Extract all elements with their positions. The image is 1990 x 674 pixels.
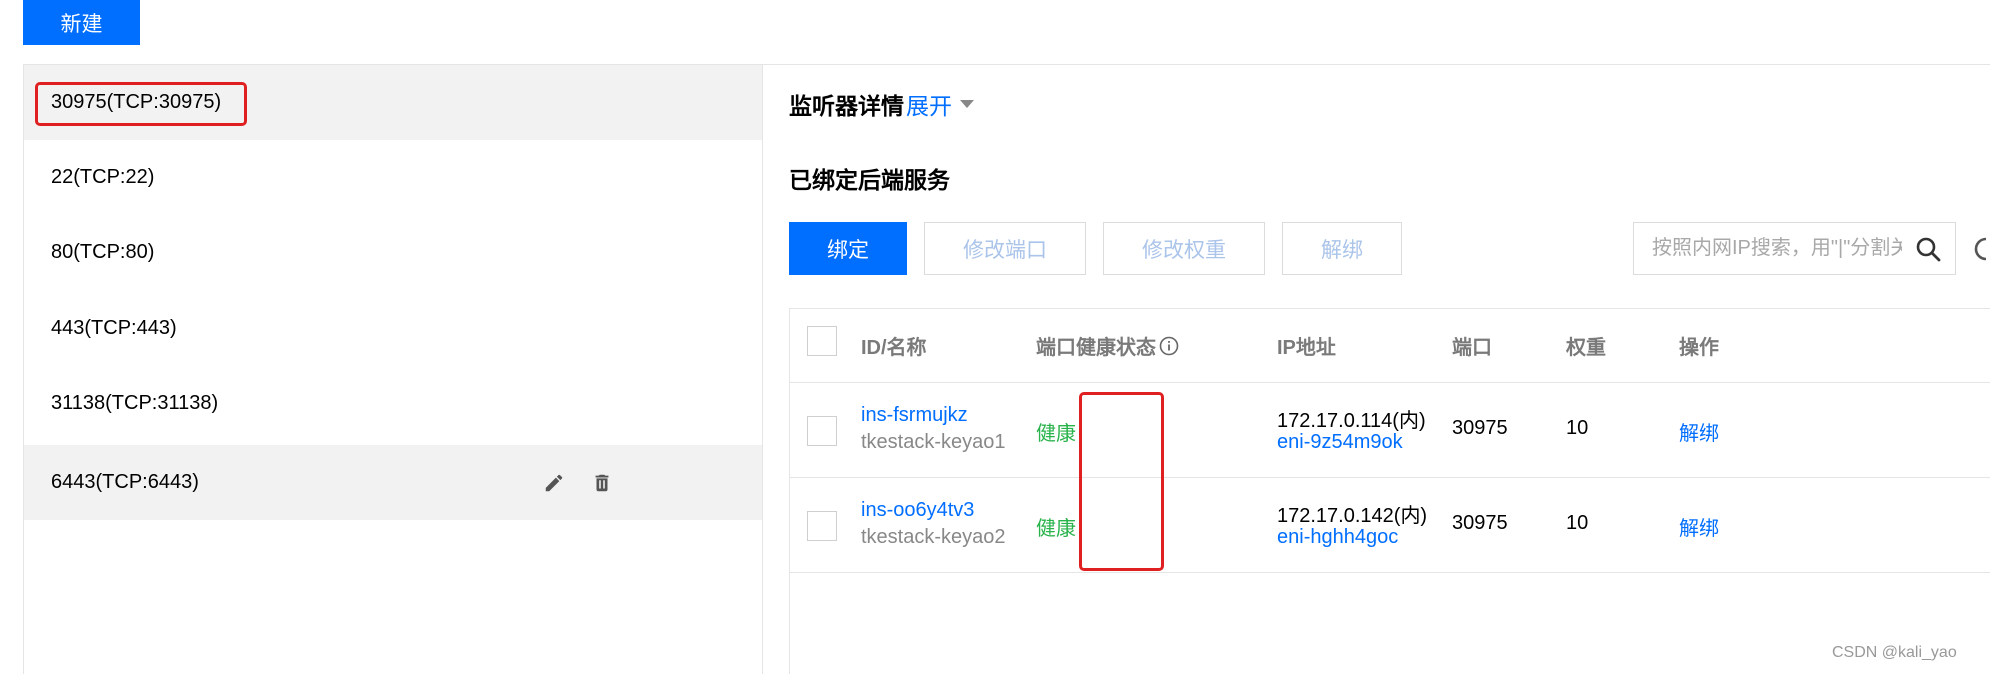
action-toolbar: 绑定 修改端口 修改权重 解绑 [789,222,1402,275]
search-icon[interactable] [1915,236,1941,267]
bind-button[interactable]: 绑定 [789,222,907,275]
health-status: 健康 [1036,423,1076,445]
weight-value: 10 [1566,417,1589,439]
search-box [1633,222,1956,275]
select-all-checkbox[interactable] [807,326,837,356]
listener-label: 22(TCP:22) [51,166,155,188]
instance-id-link[interactable]: ins-fsrmujkz [861,404,968,427]
listener-label: 443(TCP:443) [51,317,177,339]
search-input[interactable] [1652,237,1902,260]
listener-item-30975[interactable]: 30975(TCP:30975) [24,65,762,140]
section-title: 已绑定后端服务 [789,167,950,193]
listener-detail: 监听器详情 展开 已绑定后端服务 绑定 修改端口 修改权重 解绑 ID/名称 [764,65,1990,674]
modify-port-button[interactable]: 修改端口 [924,222,1086,275]
modify-weight-button[interactable]: 修改权重 [1103,222,1265,275]
table-row: ins-oo6y4tv3 tkestack-keyao2 健康 172.17.0… [790,478,1990,573]
header-id: ID/名称 [861,337,927,359]
expand-link[interactable]: 展开 [906,87,952,121]
table-header: ID/名称 端口健康状态 IP地址 端口 权重 操作 [790,309,1990,383]
header-action: 操作 [1679,337,1719,359]
highlight-box [35,82,247,126]
unbind-link[interactable]: 解绑 [1679,512,1719,541]
listener-item-22[interactable]: 22(TCP:22) [24,140,762,215]
info-icon[interactable] [1159,336,1179,356]
header-weight: 权重 [1566,337,1606,359]
health-status: 健康 [1036,518,1076,540]
listener-label: 80(TCP:80) [51,241,155,263]
unbind-link[interactable]: 解绑 [1679,417,1719,446]
detail-title-text: 监听器详情 [789,93,904,119]
header-health-label: 端口健康状态 [1036,337,1156,359]
unbind-button[interactable]: 解绑 [1282,222,1402,275]
listener-item-443[interactable]: 443(TCP:443) [24,291,762,366]
header-ip: IP地址 [1277,337,1336,359]
port-value: 30975 [1452,512,1508,534]
detail-title: 监听器详情 展开 [789,87,974,121]
listener-label: 6443(TCP:6443) [51,471,199,493]
new-button[interactable]: 新建 [23,0,140,45]
header-port: 端口 [1452,337,1492,359]
eni-link[interactable]: eni-hghh4goc [1277,526,1398,549]
caret-down-icon[interactable] [960,100,974,108]
backend-table: ID/名称 端口健康状态 IP地址 端口 权重 操作 ins-fsrmujkz … [789,308,1990,674]
ip-address: 172.17.0.142(内) [1277,505,1428,527]
edit-icon[interactable] [541,470,567,496]
weight-value: 10 [1566,512,1589,534]
ip-address: 172.17.0.114(内) [1277,410,1426,432]
watermark: CSDN @kali_yao [1832,644,1957,661]
listener-item-80[interactable]: 80(TCP:80) [24,215,762,290]
refresh-icon[interactable] [1974,235,1988,268]
eni-link[interactable]: eni-9z54m9ok [1277,431,1403,454]
instance-name: tkestack-keyao2 [861,526,1006,548]
delete-icon[interactable] [589,470,615,496]
port-value: 30975 [1452,417,1508,439]
instance-name: tkestack-keyao1 [861,431,1006,453]
listener-item-6443[interactable]: 6443(TCP:6443) [24,445,762,520]
listener-item-31138[interactable]: 31138(TCP:31138) [24,366,762,441]
row-checkbox[interactable] [807,511,837,541]
table-row: ins-fsrmujkz tkestack-keyao1 健康 172.17.0… [790,383,1990,478]
listener-label: 31138(TCP:31138) [51,392,219,414]
health-highlight-box [1079,392,1164,571]
instance-id-link[interactable]: ins-oo6y4tv3 [861,499,974,522]
item-actions [541,470,615,496]
header-health: 端口健康状态 [1036,331,1179,360]
listener-panel: 30975(TCP:30975) 22(TCP:22) 80(TCP:80) 4… [23,64,1990,674]
listener-list: 30975(TCP:30975) 22(TCP:22) 80(TCP:80) 4… [24,65,763,674]
row-checkbox[interactable] [807,416,837,446]
